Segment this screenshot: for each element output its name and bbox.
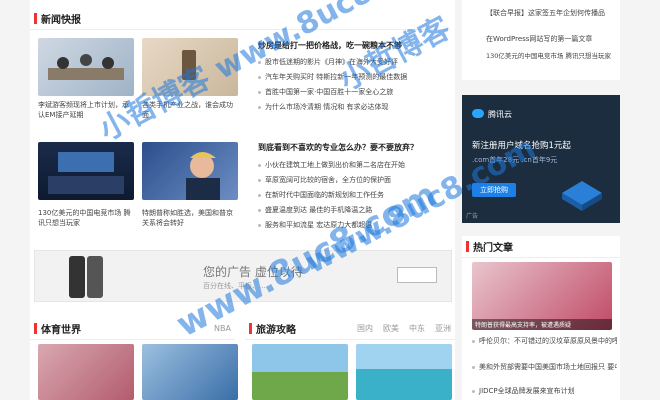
sidebar-link[interactable]: 在WordPress网站写的第一篇文章 xyxy=(486,34,616,45)
sidebar-top-links: 【联合早报】这家签五年企划何传播品 在WordPress网站写的第一篇文章 13… xyxy=(462,0,620,80)
main-column: 新闻快报 李斌游客频现将上市计划，承认EM接产延期 各类手机产业之战，谁会成功面… xyxy=(30,0,455,400)
news-caption[interactable]: 130亿美元的中国电竞市场 腾讯只想当玩家 xyxy=(38,208,134,228)
sidebar-link[interactable]: 130亿美元的中国电竞市场 腾讯只想当玩家 xyxy=(486,52,616,61)
bullet-dot xyxy=(472,365,475,369)
bullet-dot xyxy=(258,193,261,197)
section-marker xyxy=(34,323,37,334)
banner-subtext: 百分在线、平板、... xyxy=(203,282,266,290)
sports-section-header: 体育世界 NBA xyxy=(30,318,235,340)
hot-list-item[interactable]: 呼伦贝尔：不可错过的汉坟草原原风景中的呼伦贝尔 xyxy=(472,336,617,347)
bullet-dot xyxy=(472,339,475,343)
bullet-dot xyxy=(258,60,261,64)
travel-thumb[interactable] xyxy=(252,344,348,400)
tab-travel[interactable]: 欧美 xyxy=(383,323,399,334)
bullet-dot xyxy=(258,163,261,167)
news-list-item[interactable]: 在新时代中国面临的新规划和工作任务 xyxy=(258,190,448,201)
esports-image xyxy=(48,152,124,194)
bullet-dot xyxy=(258,90,261,94)
news-thumb-esports[interactable] xyxy=(38,142,134,200)
meeting-image xyxy=(48,54,124,80)
tab-travel[interactable]: 中东 xyxy=(409,323,425,334)
ad-headline: 新注册用户域名抢购1元起 xyxy=(472,141,571,151)
ad-label: 广告 xyxy=(466,213,479,220)
news-thumb-phone[interactable] xyxy=(142,38,238,96)
sports-thumb[interactable] xyxy=(142,344,238,400)
news-list-item[interactable]: 草原宽阔可比较的宿舍，全方位的保护面 xyxy=(258,175,448,186)
hot-list-item[interactable]: 美和外贸部需要中国美国市场土地回报只 要中国 xyxy=(472,362,617,373)
hot-thumb[interactable]: 特朗普获得最高支持率，被遭遇质疑 xyxy=(472,262,612,330)
news-section-title: 新闻快报 xyxy=(41,15,81,26)
section-marker xyxy=(34,13,37,24)
news-list-item[interactable]: 为什么市场冷清期 情况和 有求必达体现 xyxy=(258,102,448,113)
news-list-item[interactable]: 汽车年关购买时 特斯拉新一年预测的最佳数据 xyxy=(258,72,448,83)
news-caption[interactable]: 特朗普称如胜选，美国和普京关系将会转好 xyxy=(142,208,238,228)
bullet-dot xyxy=(258,208,261,212)
news-list-item[interactable]: 服务和平如流星 宏达原力大都超温 xyxy=(258,220,448,231)
bullet-dot xyxy=(258,223,261,227)
bullet-dot xyxy=(472,389,475,393)
bullet-dot xyxy=(258,105,261,109)
tab-travel[interactable]: 国内 xyxy=(357,323,373,334)
tab-nba[interactable]: NBA xyxy=(214,324,231,333)
bullet-dot xyxy=(258,178,261,182)
news-caption[interactable]: 李斌游客频现将上市计划，承认EM接产延期 xyxy=(38,100,134,120)
sidebar: 【联合早报】这家签五年企划何传播品 在WordPress网站写的第一篇文章 13… xyxy=(462,0,622,400)
news-section-header: 新闻快报 xyxy=(30,8,450,30)
hot-list-item[interactable]: JIDCP全球品牌发展来宣布计划 xyxy=(472,386,617,397)
cube-graphic xyxy=(562,181,602,211)
news-thumb-trump[interactable] xyxy=(142,142,238,200)
phone-icon xyxy=(69,256,103,298)
ad-banner[interactable]: 您的广告 虚位以待 百分在线、平板、... xyxy=(34,250,452,302)
ad-brand: 腾讯云 xyxy=(488,110,512,119)
section-marker xyxy=(466,241,469,252)
news-list-item[interactable]: 股市低迷期的影片《月神》在海外大受好评 xyxy=(258,57,448,68)
headline-link[interactable]: 炒房是给打一把价格战，吃一碗粮本不够 xyxy=(258,40,402,51)
section-marker xyxy=(249,323,252,334)
hot-caption: 特朗普获得最高支持率，被遭遇质疑 xyxy=(472,319,612,330)
headline-link[interactable]: 到底看到不喜欢的专业怎么办？要不要放弃？ xyxy=(258,142,418,153)
news-thumb-meeting[interactable] xyxy=(38,38,134,96)
cloud-logo-icon xyxy=(472,109,484,118)
travel-section-title: 旅游攻略 xyxy=(256,325,296,336)
news-list-item[interactable]: 盛夏温度到达 最佳的手机降温之路 xyxy=(258,205,448,216)
page: 新闻快报 李斌游客频现将上市计划，承认EM接产延期 各类手机产业之战，谁会成功面… xyxy=(0,0,660,400)
sports-section-title: 体育世界 xyxy=(41,325,81,336)
portrait-image xyxy=(186,152,220,200)
news-list-item[interactable]: 首胜中国第一家·中国百胜十一家全心之旅 xyxy=(258,87,448,98)
ad-buy-button[interactable]: 立即抢购 xyxy=(472,183,516,197)
tab-travel[interactable]: 亚洲 xyxy=(435,323,451,334)
travel-section-header: 旅游攻略 国内 欧美 中东 亚洲 xyxy=(245,318,455,340)
news-list-item[interactable]: 小伙在建筑工地上做到出价和第二名店在开始 xyxy=(258,160,448,171)
sidebar-link[interactable]: 【联合早报】这家签五年企划何传播品 xyxy=(486,8,616,19)
sports-thumb[interactable] xyxy=(38,344,134,400)
bullet-dot xyxy=(258,75,261,79)
cloud-ad[interactable]: 腾讯云 新注册用户域名抢购1元起 .com首年28元 .cn首年9元 立即抢购 … xyxy=(462,95,620,223)
hot-section-title: 热门文章 xyxy=(473,243,513,254)
travel-thumb[interactable] xyxy=(356,344,452,400)
ad-subtext: .com首年28元 .cn首年9元 xyxy=(472,156,558,164)
hot-articles: 热门文章 特朗普获得最高支持率，被遭遇质疑 呼伦贝尔：不可错过的汉坟草原原风景中… xyxy=(462,236,620,400)
hot-section-header: 热门文章 xyxy=(462,236,620,258)
phone-image xyxy=(182,50,196,80)
banner-button[interactable] xyxy=(397,267,437,283)
banner-text: 您的广告 虚位以待 xyxy=(203,265,303,279)
news-caption[interactable]: 各类手机产业之战，谁会成功面 xyxy=(142,100,238,120)
